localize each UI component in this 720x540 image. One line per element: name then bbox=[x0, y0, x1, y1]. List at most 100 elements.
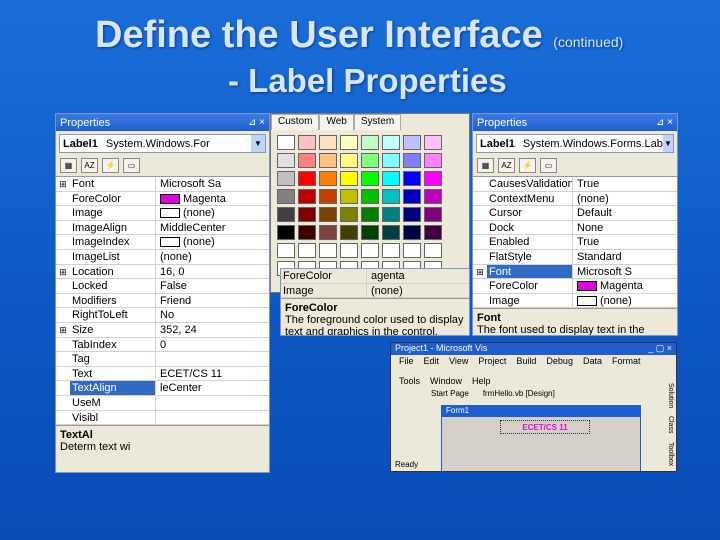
tab-start-page[interactable]: Start Page bbox=[431, 389, 469, 398]
palette-tab-web[interactable]: Web bbox=[319, 114, 354, 130]
menu-data[interactable]: Data bbox=[583, 356, 602, 366]
expand-icon[interactable]: ⊞ bbox=[473, 265, 487, 279]
palette-row[interactable]: ForeColor agenta bbox=[281, 269, 469, 284]
color-cell[interactable] bbox=[319, 189, 337, 204]
palette-tab-system[interactable]: System bbox=[353, 114, 402, 130]
color-cell[interactable] bbox=[403, 189, 421, 204]
menu-format[interactable]: Format bbox=[612, 356, 641, 366]
object-selector[interactable]: Label1 System.Windows.For ▼ bbox=[59, 134, 266, 153]
expand-icon[interactable] bbox=[473, 294, 487, 308]
pin-close-icons[interactable]: ⊿ × bbox=[248, 117, 265, 128]
color-cell[interactable] bbox=[298, 225, 316, 240]
property-value[interactable]: True bbox=[573, 177, 677, 191]
expand-icon[interactable] bbox=[56, 250, 70, 264]
color-cell[interactable] bbox=[382, 171, 400, 186]
color-cell[interactable] bbox=[424, 243, 442, 258]
expand-icon[interactable] bbox=[56, 352, 70, 366]
color-cell[interactable] bbox=[277, 207, 295, 222]
color-cell[interactable] bbox=[361, 243, 379, 258]
color-cell[interactable] bbox=[340, 135, 358, 150]
color-cell[interactable] bbox=[424, 189, 442, 204]
property-row-image[interactable]: Image (none) bbox=[56, 206, 269, 221]
property-row-dock[interactable]: Dock None bbox=[473, 220, 677, 236]
property-row-font[interactable]: ⊞ Font Microsoft S bbox=[473, 264, 677, 280]
property-value[interactable] bbox=[156, 352, 269, 366]
property-value[interactable]: leCenter bbox=[156, 381, 269, 395]
expand-icon[interactable] bbox=[473, 235, 487, 249]
property-value[interactable]: 352, 24 bbox=[156, 323, 269, 337]
property-row-image[interactable]: Image (none) bbox=[473, 293, 677, 309]
color-cell[interactable] bbox=[424, 225, 442, 240]
color-cell[interactable] bbox=[319, 153, 337, 168]
color-cell[interactable] bbox=[382, 243, 400, 258]
color-cell[interactable] bbox=[403, 207, 421, 222]
alphabetic-icon[interactable]: AZ bbox=[81, 158, 98, 173]
form-label[interactable]: ECET/CS 11 bbox=[500, 420, 590, 434]
property-value[interactable]: True bbox=[573, 235, 677, 249]
expand-icon[interactable] bbox=[473, 221, 487, 235]
color-cell[interactable] bbox=[382, 207, 400, 222]
property-row-font[interactable]: ⊞ Font Microsoft Sa bbox=[56, 177, 269, 192]
color-cell[interactable] bbox=[298, 243, 316, 258]
property-row-cursor[interactable]: Cursor Default bbox=[473, 206, 677, 221]
menu-tools[interactable]: Tools bbox=[399, 376, 420, 386]
property-value[interactable]: Magenta bbox=[573, 279, 677, 293]
menu-project[interactable]: Project bbox=[478, 356, 506, 366]
pin-close-icons-right[interactable]: ⊿ × bbox=[656, 117, 673, 128]
color-cell[interactable] bbox=[382, 135, 400, 150]
color-cell[interactable] bbox=[340, 153, 358, 168]
color-cell[interactable] bbox=[298, 207, 316, 222]
property-value[interactable] bbox=[156, 396, 269, 410]
property-value[interactable]: False bbox=[156, 279, 269, 293]
property-value[interactable]: None bbox=[573, 221, 677, 235]
expand-icon[interactable]: ⊞ bbox=[56, 265, 70, 279]
categorized-icon[interactable]: ▦ bbox=[477, 158, 494, 173]
window-controls-icon[interactable]: _ ▢ × bbox=[648, 343, 672, 355]
property-row-text[interactable]: Text ECET/CS 11 bbox=[56, 366, 269, 382]
color-cell[interactable] bbox=[319, 207, 337, 222]
property-row-tabindex[interactable]: TabIndex 0 bbox=[56, 337, 269, 353]
property-value[interactable]: Microsoft Sa bbox=[156, 177, 269, 191]
expand-icon[interactable] bbox=[56, 308, 70, 322]
property-value[interactable]: Standard bbox=[573, 250, 677, 264]
expand-icon[interactable] bbox=[56, 192, 70, 206]
property-value[interactable]: Friend bbox=[156, 294, 269, 308]
expand-icon[interactable] bbox=[56, 381, 70, 395]
property-row-imagelist[interactable]: ImageList (none) bbox=[56, 249, 269, 265]
color-cell[interactable] bbox=[277, 243, 295, 258]
property-value[interactable]: Magenta bbox=[156, 192, 269, 206]
menu-file[interactable]: File bbox=[399, 356, 414, 366]
color-cell[interactable] bbox=[424, 207, 442, 222]
menu-view[interactable]: View bbox=[449, 356, 468, 366]
expand-icon[interactable] bbox=[56, 235, 70, 249]
property-row-textalign[interactable]: TextAlign leCenter bbox=[56, 381, 269, 396]
color-cell[interactable] bbox=[298, 171, 316, 186]
events-icon[interactable]: ⚡ bbox=[519, 158, 536, 173]
color-cell[interactable] bbox=[403, 135, 421, 150]
design-form[interactable]: Form1 ECET/CS 11 bbox=[441, 405, 641, 471]
property-row-forecolor[interactable]: ForeColor Magenta bbox=[473, 279, 677, 294]
expand-icon[interactable]: ⊞ bbox=[56, 323, 70, 337]
color-cell[interactable] bbox=[298, 135, 316, 150]
property-row-forecolor[interactable]: ForeColor Magenta bbox=[56, 191, 269, 207]
expand-icon[interactable] bbox=[473, 250, 487, 264]
property-row-contextmenu[interactable]: ContextMenu (none) bbox=[473, 191, 677, 207]
property-row-causesvalidation[interactable]: CausesValidation True bbox=[473, 177, 677, 192]
property-value[interactable]: No bbox=[156, 308, 269, 322]
property-row-righttoleft[interactable]: RightToLeft No bbox=[56, 308, 269, 323]
color-cell[interactable] bbox=[424, 153, 442, 168]
menu-debug[interactable]: Debug bbox=[546, 356, 573, 366]
property-value[interactable]: (none) bbox=[156, 250, 269, 264]
expand-icon[interactable] bbox=[56, 206, 70, 220]
expand-icon[interactable]: ⊞ bbox=[56, 177, 70, 191]
color-cell[interactable] bbox=[277, 225, 295, 240]
color-cell[interactable] bbox=[340, 225, 358, 240]
expand-icon[interactable] bbox=[56, 367, 70, 381]
color-cell[interactable] bbox=[403, 153, 421, 168]
property-pages-icon[interactable]: ▭ bbox=[540, 158, 557, 173]
property-value[interactable]: Default bbox=[573, 206, 677, 220]
color-cell[interactable] bbox=[277, 189, 295, 204]
color-cell[interactable] bbox=[361, 135, 379, 150]
expand-icon[interactable] bbox=[56, 279, 70, 293]
color-cell[interactable] bbox=[403, 171, 421, 186]
